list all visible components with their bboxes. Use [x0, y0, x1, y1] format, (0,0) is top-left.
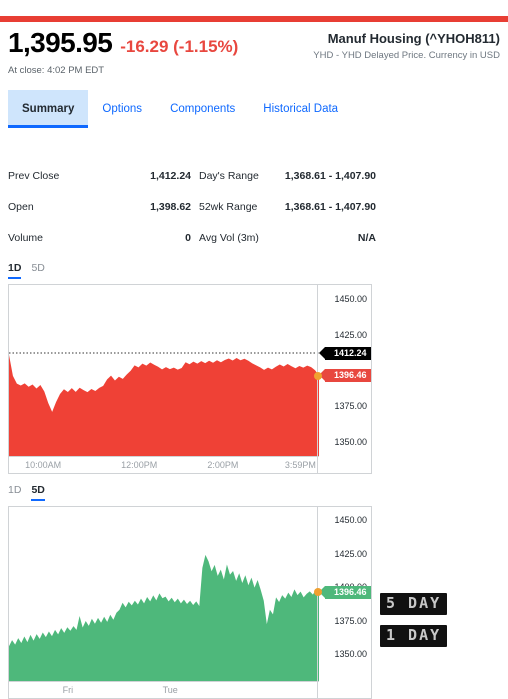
tab-summary-label: Summary: [22, 103, 75, 115]
x-axis-tick: Tue: [162, 685, 178, 695]
security-name: Manuf Housing (^YHOH811): [327, 31, 500, 46]
stat-label-prev-close: Prev Close: [8, 169, 60, 182]
table-row: Volume 0 Avg Vol (3m) N/A: [8, 222, 376, 253]
y-axis-tick: 1425.00: [334, 329, 367, 340]
last-price-marker: 1396.46: [319, 369, 371, 383]
range-tab-1d[interactable]: 1D: [8, 262, 22, 279]
stat-label-52wk-range: 52wk Range: [199, 200, 258, 213]
chart-plot-area-5d: [9, 507, 319, 698]
last-price-dot: [314, 371, 322, 380]
stat-value-prev-close: 1,412.24: [150, 169, 191, 182]
security-exchange-note: YHD - YHD Delayed Price. Currency in USD: [313, 50, 500, 61]
current-price: 1,395.95: [8, 27, 113, 58]
section-tabs: Summary Options Components Historical Da…: [8, 90, 352, 128]
y-axis-tick: 1375.00: [334, 615, 367, 626]
chart-block-5d: 1D 5D 1450.001425.001400.001375.001350.0…: [0, 484, 508, 699]
y-axis-tick: 1350.00: [334, 649, 367, 660]
chart-x-axis-5d: Fri Tue: [9, 681, 319, 698]
tab-options-label: Options: [102, 103, 143, 115]
stat-value-open: 1,398.62: [150, 200, 191, 213]
range-tab-1d-second-label: 1D: [8, 484, 22, 496]
tab-historical-data[interactable]: Historical Data: [249, 90, 352, 128]
price-chart-5d[interactable]: 1450.001425.001400.001375.001350.00 FriT…: [8, 506, 372, 699]
range-tabs-1d: 1D 5D: [8, 262, 45, 279]
chart-plot-area-1d: [9, 285, 319, 473]
stat-value-52wk-range: 1,368.61 - 1,407.90: [284, 200, 376, 213]
chart-y-axis-5d: 1450.001425.001400.001375.001350.00: [317, 507, 371, 698]
stat-value-volume: 0: [185, 231, 191, 244]
range-tab-5d-label: 5D: [31, 262, 45, 274]
x-axis-tick: 10:00AM: [25, 460, 62, 470]
table-row: Prev Close 1,412.24 Day's Range 1,368.61…: [8, 160, 376, 191]
y-axis-tick: 1450.00: [334, 294, 367, 305]
x-axis-tick: Fri: [62, 685, 74, 695]
stat-label-open: Open: [8, 200, 34, 213]
last-price-dot: [314, 588, 322, 597]
price-change: -16.29 (-1.15%): [120, 37, 239, 56]
tab-components-label: Components: [170, 103, 236, 115]
stat-label-avg-vol: Avg Vol (3m): [199, 231, 259, 244]
x-axis-tick: 2:00PM: [207, 460, 239, 470]
chart-series-chart-5d: [9, 554, 319, 681]
tab-historical-data-label: Historical Data: [263, 103, 339, 115]
security-name-block: Manuf Housing (^YHOH811) YHD - YHD Delay…: [313, 30, 500, 62]
y-axis-tick: 1450.00: [334, 515, 367, 526]
chart-series-chart-1d: [9, 352, 319, 456]
stat-value-days-range: 1,368.61 - 1,407.90: [284, 169, 376, 182]
stat-label-days-range: Day's Range: [199, 169, 259, 182]
y-axis-tick: 1350.00: [334, 436, 367, 447]
range-tab-5d-second[interactable]: 5D: [31, 484, 46, 501]
range-tab-5d[interactable]: 5D: [31, 262, 44, 279]
tab-summary[interactable]: Summary: [8, 90, 89, 128]
market-status-time: At close: 4:02 PM EDT: [8, 65, 105, 76]
range-tab-5d-second-label: 5D: [31, 484, 45, 496]
tab-options[interactable]: Options: [88, 90, 156, 128]
quote-header: 1,395.95 -16.29 (-1.15%) At close: 4:02 …: [0, 28, 508, 78]
x-axis-tick: 3:59PM: [284, 460, 316, 470]
chart-range-badge-5d: 5 DAY: [380, 593, 448, 615]
range-tabs-5d: 1D 5D: [8, 484, 46, 501]
table-row: Open 1,398.62 52wk Range 1,368.61 - 1,40…: [8, 191, 376, 222]
price-chart-1d[interactable]: 1450.00 1425.00 1375.00 1350.00 10:00AM 12:0…: [8, 284, 372, 474]
price-block: 1,395.95 -16.29 (-1.15%) At close: 4:02 …: [8, 28, 238, 77]
x-axis-tick: 12:00PM: [121, 460, 158, 470]
top-accent-rule: [0, 16, 508, 22]
prev-close-marker: 1412.24: [319, 346, 371, 360]
tab-components[interactable]: Components: [156, 90, 249, 128]
stat-value-avg-vol: N/A: [357, 231, 376, 244]
y-axis-tick: 1425.00: [334, 548, 367, 559]
chart-block-1d: 1D 5D 1450.00 1425.00 1375.00 1350.00 10:00…: [0, 262, 508, 647]
y-axis-tick: 1375.00: [334, 401, 367, 412]
last-price-marker: 1396.46: [319, 585, 371, 599]
stat-label-volume: Volume: [8, 231, 44, 244]
chart-x-axis-1d: 10:00AM 12:00PM 2:00PM 3:59PM: [9, 456, 319, 473]
quote-statistics-table: Prev Close 1,412.24 Day's Range 1,368.61…: [8, 160, 376, 253]
range-tab-1d-second[interactable]: 1D: [8, 484, 21, 501]
range-tab-1d-label: 1D: [8, 262, 22, 274]
